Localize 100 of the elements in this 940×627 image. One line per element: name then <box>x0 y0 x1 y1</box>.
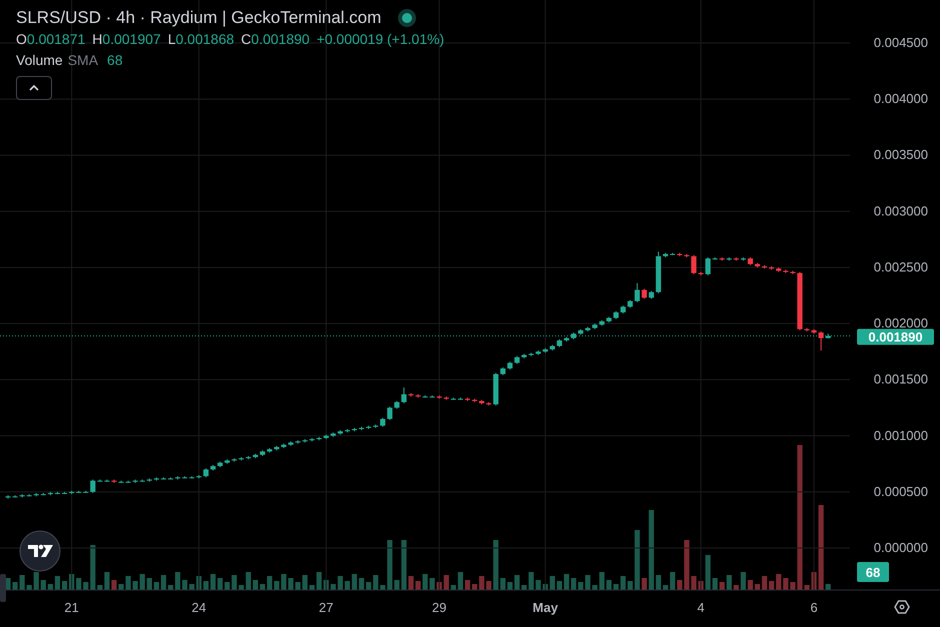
indicator-type: SMA <box>68 52 98 68</box>
volume-bar <box>118 584 124 590</box>
volume-bar <box>522 585 527 590</box>
volume-bar <box>140 574 145 590</box>
price-axis-label: 0.003500 <box>874 147 928 162</box>
indicator-name: Volume <box>16 52 63 68</box>
time-axis-label: 29 <box>432 600 446 615</box>
price-axis-label: 0.004500 <box>874 35 928 50</box>
volume-bar <box>246 572 251 590</box>
ohlc-value: H0.001907 <box>92 31 161 47</box>
volume-bar <box>776 574 782 590</box>
volume-bar <box>344 581 350 590</box>
caret-icon <box>28 84 40 92</box>
volume-bar <box>430 578 435 590</box>
volume-bar <box>380 585 386 590</box>
time-axis-label: 27 <box>318 600 334 615</box>
collapse-button[interactable] <box>16 76 52 100</box>
volume-bar <box>267 576 272 590</box>
volume-bar <box>444 575 449 590</box>
volume-bar <box>726 575 732 590</box>
volume-bar <box>288 578 294 590</box>
volume-bar <box>218 578 223 590</box>
price-change: +0.000019 (+1.01%) <box>316 31 444 47</box>
volume-bar <box>748 580 753 590</box>
volume-bar <box>324 580 329 590</box>
price-axis-label: 0.000000 <box>874 540 928 555</box>
volume-bar <box>224 582 230 590</box>
volume-bar <box>642 578 647 590</box>
volume-bar <box>83 582 88 590</box>
volume-bar <box>182 580 188 590</box>
volume-bar <box>528 572 534 590</box>
time-axis-label: 24 <box>192 600 206 615</box>
volume-bar <box>790 582 796 590</box>
ohlc-value: O0.001871 <box>16 31 86 47</box>
volume-bar <box>826 584 831 590</box>
volume-bar <box>493 540 498 590</box>
volume-bar <box>684 540 690 590</box>
volume-bar <box>132 581 138 590</box>
volume-bar <box>691 576 696 590</box>
volume-bar <box>677 580 682 590</box>
settings-icon[interactable] <box>894 600 910 614</box>
volume-bar <box>373 575 378 590</box>
time-axis-label: 6 <box>810 600 818 615</box>
chart-title: SLRS/USD · 4h · Raydium | GeckoTerminal.com <box>16 8 382 28</box>
price-axis-label: 0.001500 <box>874 372 928 387</box>
volume-bar <box>550 576 555 590</box>
volume-bar <box>40 580 46 590</box>
volume-bar <box>196 576 202 590</box>
volume-bar <box>175 572 180 590</box>
volume-bar <box>578 582 584 590</box>
volume-bar <box>76 578 82 590</box>
volume-bar <box>479 576 484 590</box>
volume-bar <box>599 572 604 590</box>
volume-bar <box>536 580 541 590</box>
ohlc-value: C0.001890 <box>241 31 310 47</box>
volume-bar <box>486 581 492 590</box>
volume-bar <box>69 574 74 590</box>
volume-bar <box>634 530 640 590</box>
volume-bar <box>338 576 343 590</box>
volume-bar <box>472 584 478 590</box>
volume-bar <box>592 585 598 590</box>
indicator-value: 68 <box>107 52 123 68</box>
status-dot-icon <box>397 8 418 28</box>
volume-bar <box>542 584 548 590</box>
volume-bar <box>330 584 336 590</box>
price-axis-label: 0.003000 <box>874 203 928 218</box>
time-axis-label: May <box>532 600 558 615</box>
volume-bar <box>585 575 590 590</box>
volume-bar <box>189 584 194 590</box>
ohlc-value: L0.001868 <box>168 31 234 47</box>
logo-icon <box>20 530 60 572</box>
volume-bar <box>628 581 633 590</box>
volume-bar <box>394 580 400 590</box>
last-price-tag: 0.001890 <box>857 328 934 345</box>
volume-bar <box>450 585 456 590</box>
volume-bar <box>740 572 746 590</box>
volume-bar <box>295 582 300 590</box>
volume-bar <box>274 581 280 590</box>
volume-bar <box>734 585 739 590</box>
price-axis-label: 0.002000 <box>874 316 928 331</box>
volume-bar <box>26 585 32 590</box>
volume-bar <box>804 585 810 590</box>
volume-bar <box>232 575 237 590</box>
volume-bar <box>422 574 428 590</box>
volume-bar <box>387 540 392 590</box>
volume-bar <box>126 576 131 590</box>
volume-bar <box>500 578 506 590</box>
volume-bar <box>436 582 442 590</box>
time-axis-label: 4 <box>697 600 704 615</box>
volume-bar <box>146 578 152 590</box>
scroll-handle[interactable] <box>0 574 6 602</box>
volume-bar <box>783 578 788 590</box>
price-axis-label: 0.001000 <box>874 428 928 443</box>
price-axis-label: 0.004000 <box>874 91 928 106</box>
time-axis-label: 21 <box>64 600 79 615</box>
volume-bar <box>168 585 174 590</box>
volume-bar <box>620 576 626 590</box>
volume-bar <box>238 585 244 590</box>
price-axis-label: 0.000500 <box>874 484 928 499</box>
price-axis-label: 0.002500 <box>874 259 928 274</box>
